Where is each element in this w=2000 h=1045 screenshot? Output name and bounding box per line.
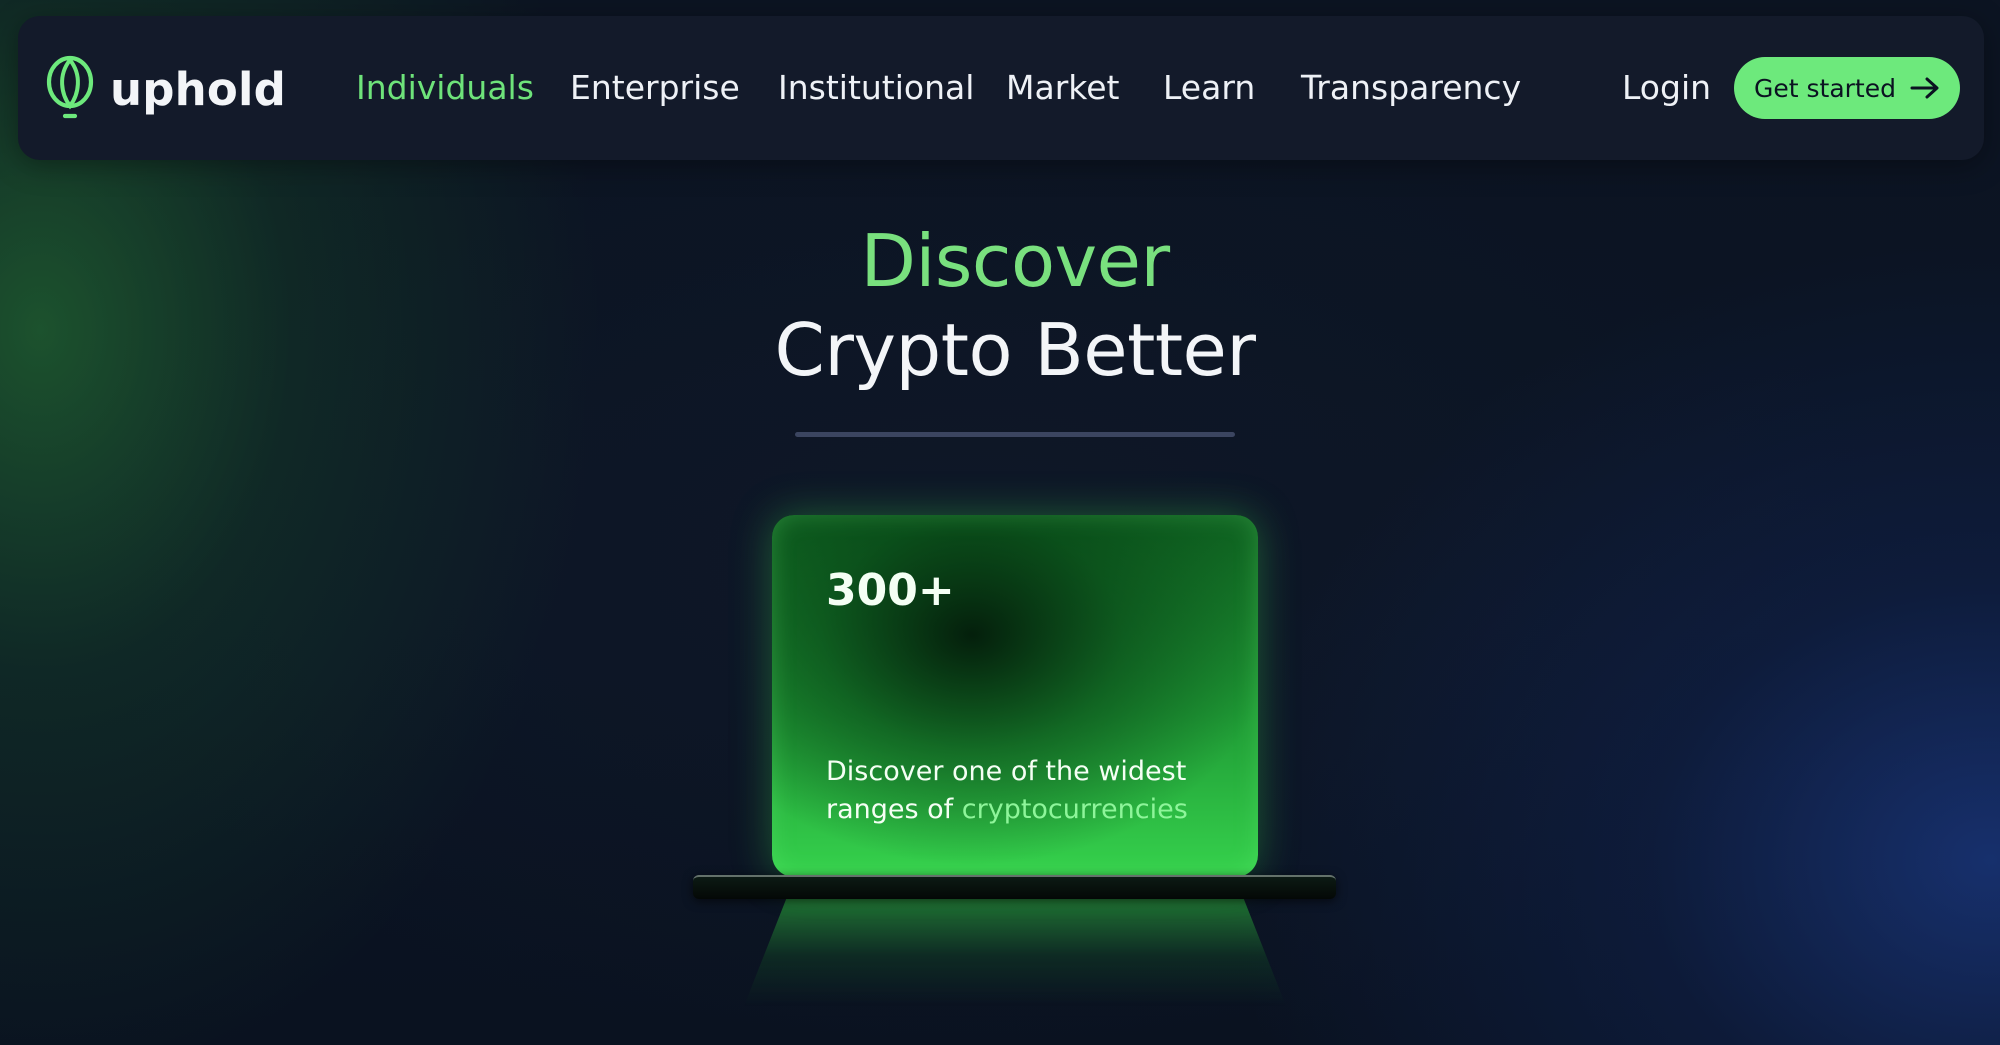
nav-item-learn[interactable]: Learn (1163, 68, 1255, 108)
card-reflection (744, 896, 1286, 1006)
nav-item-enterprise[interactable]: Enterprise (570, 68, 740, 108)
login-link[interactable]: Login (1622, 68, 1711, 108)
page: uphold Individuals Enterprise Institutio… (0, 0, 2000, 1045)
get-started-button[interactable]: Get started (1734, 57, 1960, 119)
feature-card: 300+ Discover one of the widest ranges o… (772, 515, 1258, 877)
card-description: Discover one of the widest ranges of cry… (826, 753, 1226, 829)
card-stat: 300+ (826, 565, 955, 616)
hero-title-highlight: Discover (860, 219, 1170, 303)
nav-item-individuals[interactable]: Individuals (356, 68, 534, 108)
brand-name: uphold (110, 62, 287, 116)
card-description-highlight: cryptocurrencies (961, 794, 1188, 825)
top-navbar: uphold Individuals Enterprise Institutio… (18, 16, 1984, 160)
nav-item-transparency[interactable]: Transparency (1301, 68, 1521, 108)
hero-divider (795, 432, 1235, 437)
hero-title: Crypto Better (774, 308, 1256, 392)
device-base (693, 875, 1336, 899)
arrow-right-icon (1910, 77, 1939, 99)
brand-logo[interactable]: uphold (44, 54, 286, 124)
nav-item-market[interactable]: Market (1006, 68, 1119, 108)
uphold-logo-icon (46, 55, 94, 119)
nav-item-institutional[interactable]: Institutional (778, 68, 974, 108)
get-started-label: Get started (1754, 73, 1896, 103)
